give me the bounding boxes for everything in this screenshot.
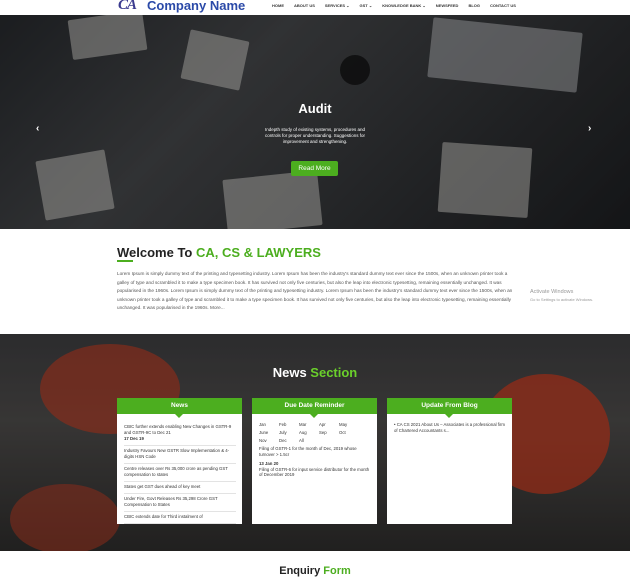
welcome-title: Welcome To CA, CS & LAWYERS: [117, 245, 321, 260]
menu-about-us[interactable]: ABOUT US: [294, 3, 315, 8]
month-jun[interactable]: June: [259, 430, 279, 436]
news-item-text[interactable]: CBIC further extends enabling New Change…: [124, 424, 231, 435]
news-card-title: News: [117, 398, 242, 418]
due-entry: 13 Jan 20 Filing of GSTR-6 for input serv…: [259, 461, 371, 478]
top-navbar: CA Company Name HOME ABOUT US SERVICES ⌄…: [0, 0, 630, 15]
news-item-text[interactable]: States get GST dues ahead of key meet: [124, 484, 200, 489]
menu-blog[interactable]: BLOG: [468, 3, 480, 8]
due-entry-text: Filing of GSTR-1 for the month of Dec, 2…: [259, 446, 357, 457]
due-entry: Filing of GSTR-1 for the month of Dec, 2…: [259, 446, 371, 457]
due-entry-text: Filing of GSTR-6 for input service distr…: [259, 466, 370, 478]
menu-home[interactable]: HOME: [272, 3, 284, 8]
news-item[interactable]: Industry Favours New GSTR Slow Implement…: [124, 446, 236, 464]
logo-icon[interactable]: CA: [118, 0, 137, 14]
news-title-highlight: Section: [310, 365, 358, 380]
month-apr[interactable]: Apr: [319, 422, 339, 428]
month-mar[interactable]: Mar: [299, 422, 319, 428]
month-all[interactable]: All: [299, 438, 319, 444]
blog-card: Update From Blog • CA CS 2021 About Us –…: [387, 398, 512, 524]
read-more-button[interactable]: Read More: [291, 161, 338, 176]
news-item[interactable]: CBIC extends date for Third instalment o…: [124, 512, 236, 524]
month-dec[interactable]: Dec: [279, 438, 299, 444]
main-menu: HOME ABOUT US SERVICES ⌄ GST ⌄ KNOWLEDGE…: [272, 3, 516, 8]
news-item[interactable]: Centre releases over Rs 35,000 crore as …: [124, 464, 236, 482]
blog-card-title: Update From Blog: [387, 398, 512, 418]
month-jan[interactable]: Jan: [259, 422, 279, 428]
welcome-paragraph: Lorem Ipsum is simply dummy text of the …: [117, 271, 513, 310]
menu-gst[interactable]: GST ⌄: [360, 3, 373, 8]
news-item[interactable]: States get GST dues ahead of key meet: [124, 482, 236, 494]
watermark-subtitle: Go to Settings to activate Windows.: [530, 297, 594, 302]
blog-item-text[interactable]: CA CS 2021 About Us – Associates is a pr…: [394, 422, 505, 433]
news-title-prefix: News: [272, 365, 311, 380]
month-sep[interactable]: Sep: [319, 430, 339, 436]
news-item[interactable]: CBIC further extends enabling New Change…: [124, 422, 236, 446]
hero-next-icon[interactable]: ›: [588, 123, 591, 134]
company-name[interactable]: Company Name: [147, 0, 245, 13]
enquiry-prefix: Enquiry: [279, 565, 324, 577]
news-item-text[interactable]: CBIC extends date for Third instalment o…: [124, 514, 203, 519]
month-oct[interactable]: Oct: [339, 430, 359, 436]
month-aug[interactable]: Aug: [299, 430, 319, 436]
news-item-date: 17 Dec 19: [124, 436, 144, 441]
enquiry-highlight: Form: [323, 565, 351, 577]
news-card: News CBIC further extends enabling New C…: [117, 398, 242, 524]
news-item-text[interactable]: Centre releases over Rs 35,000 crore as …: [124, 466, 228, 477]
menu-knowledge-bank[interactable]: KNOWLEDGE BANK ⌄: [382, 3, 426, 8]
activate-windows-watermark: Activate Windows Go to Settings to activ…: [530, 289, 593, 303]
due-date-card-title: Due Date Reminder: [252, 398, 377, 418]
hero-description: Indepth study of existing systems, proce…: [264, 127, 366, 144]
hero-prev-icon[interactable]: ‹: [36, 123, 39, 134]
hero-title: Audit: [298, 101, 332, 116]
menu-contact-us[interactable]: CONTACT US: [490, 3, 516, 8]
news-item-text[interactable]: Under Fire, Govt Releases Rs 35,298 Cror…: [124, 496, 218, 507]
blog-item[interactable]: • CA CS 2021 About Us – Associates is a …: [394, 422, 506, 434]
due-date-card: Due Date Reminder Jan Feb Mar Apr May Ju…: [252, 398, 377, 524]
month-feb[interactable]: Feb: [279, 422, 299, 428]
welcome-title-prefix: Welcome To: [117, 245, 196, 260]
month-may[interactable]: May: [339, 422, 359, 428]
month-jul[interactable]: July: [279, 430, 299, 436]
title-underline: [117, 260, 133, 262]
enquiry-title: Enquiry Form: [0, 565, 630, 577]
news-item-text[interactable]: Industry Favours New GSTR Slow Implement…: [124, 448, 229, 459]
news-item[interactable]: Under Fire, Govt Releases Rs 35,298 Cror…: [124, 494, 236, 512]
welcome-title-highlight: CA, CS & LAWYERS: [195, 245, 321, 260]
month-nov[interactable]: Nov: [259, 438, 279, 444]
hero-slider: [0, 15, 630, 229]
news-section-title: News Section: [0, 365, 630, 380]
watermark-title: Activate Windows: [530, 289, 574, 295]
menu-services[interactable]: SERVICES ⌄: [325, 3, 350, 8]
month-selector: Jan Feb Mar Apr May June July Aug Sep Oc…: [259, 422, 359, 444]
menu-newsfeed[interactable]: NEWSFEED: [436, 3, 459, 8]
